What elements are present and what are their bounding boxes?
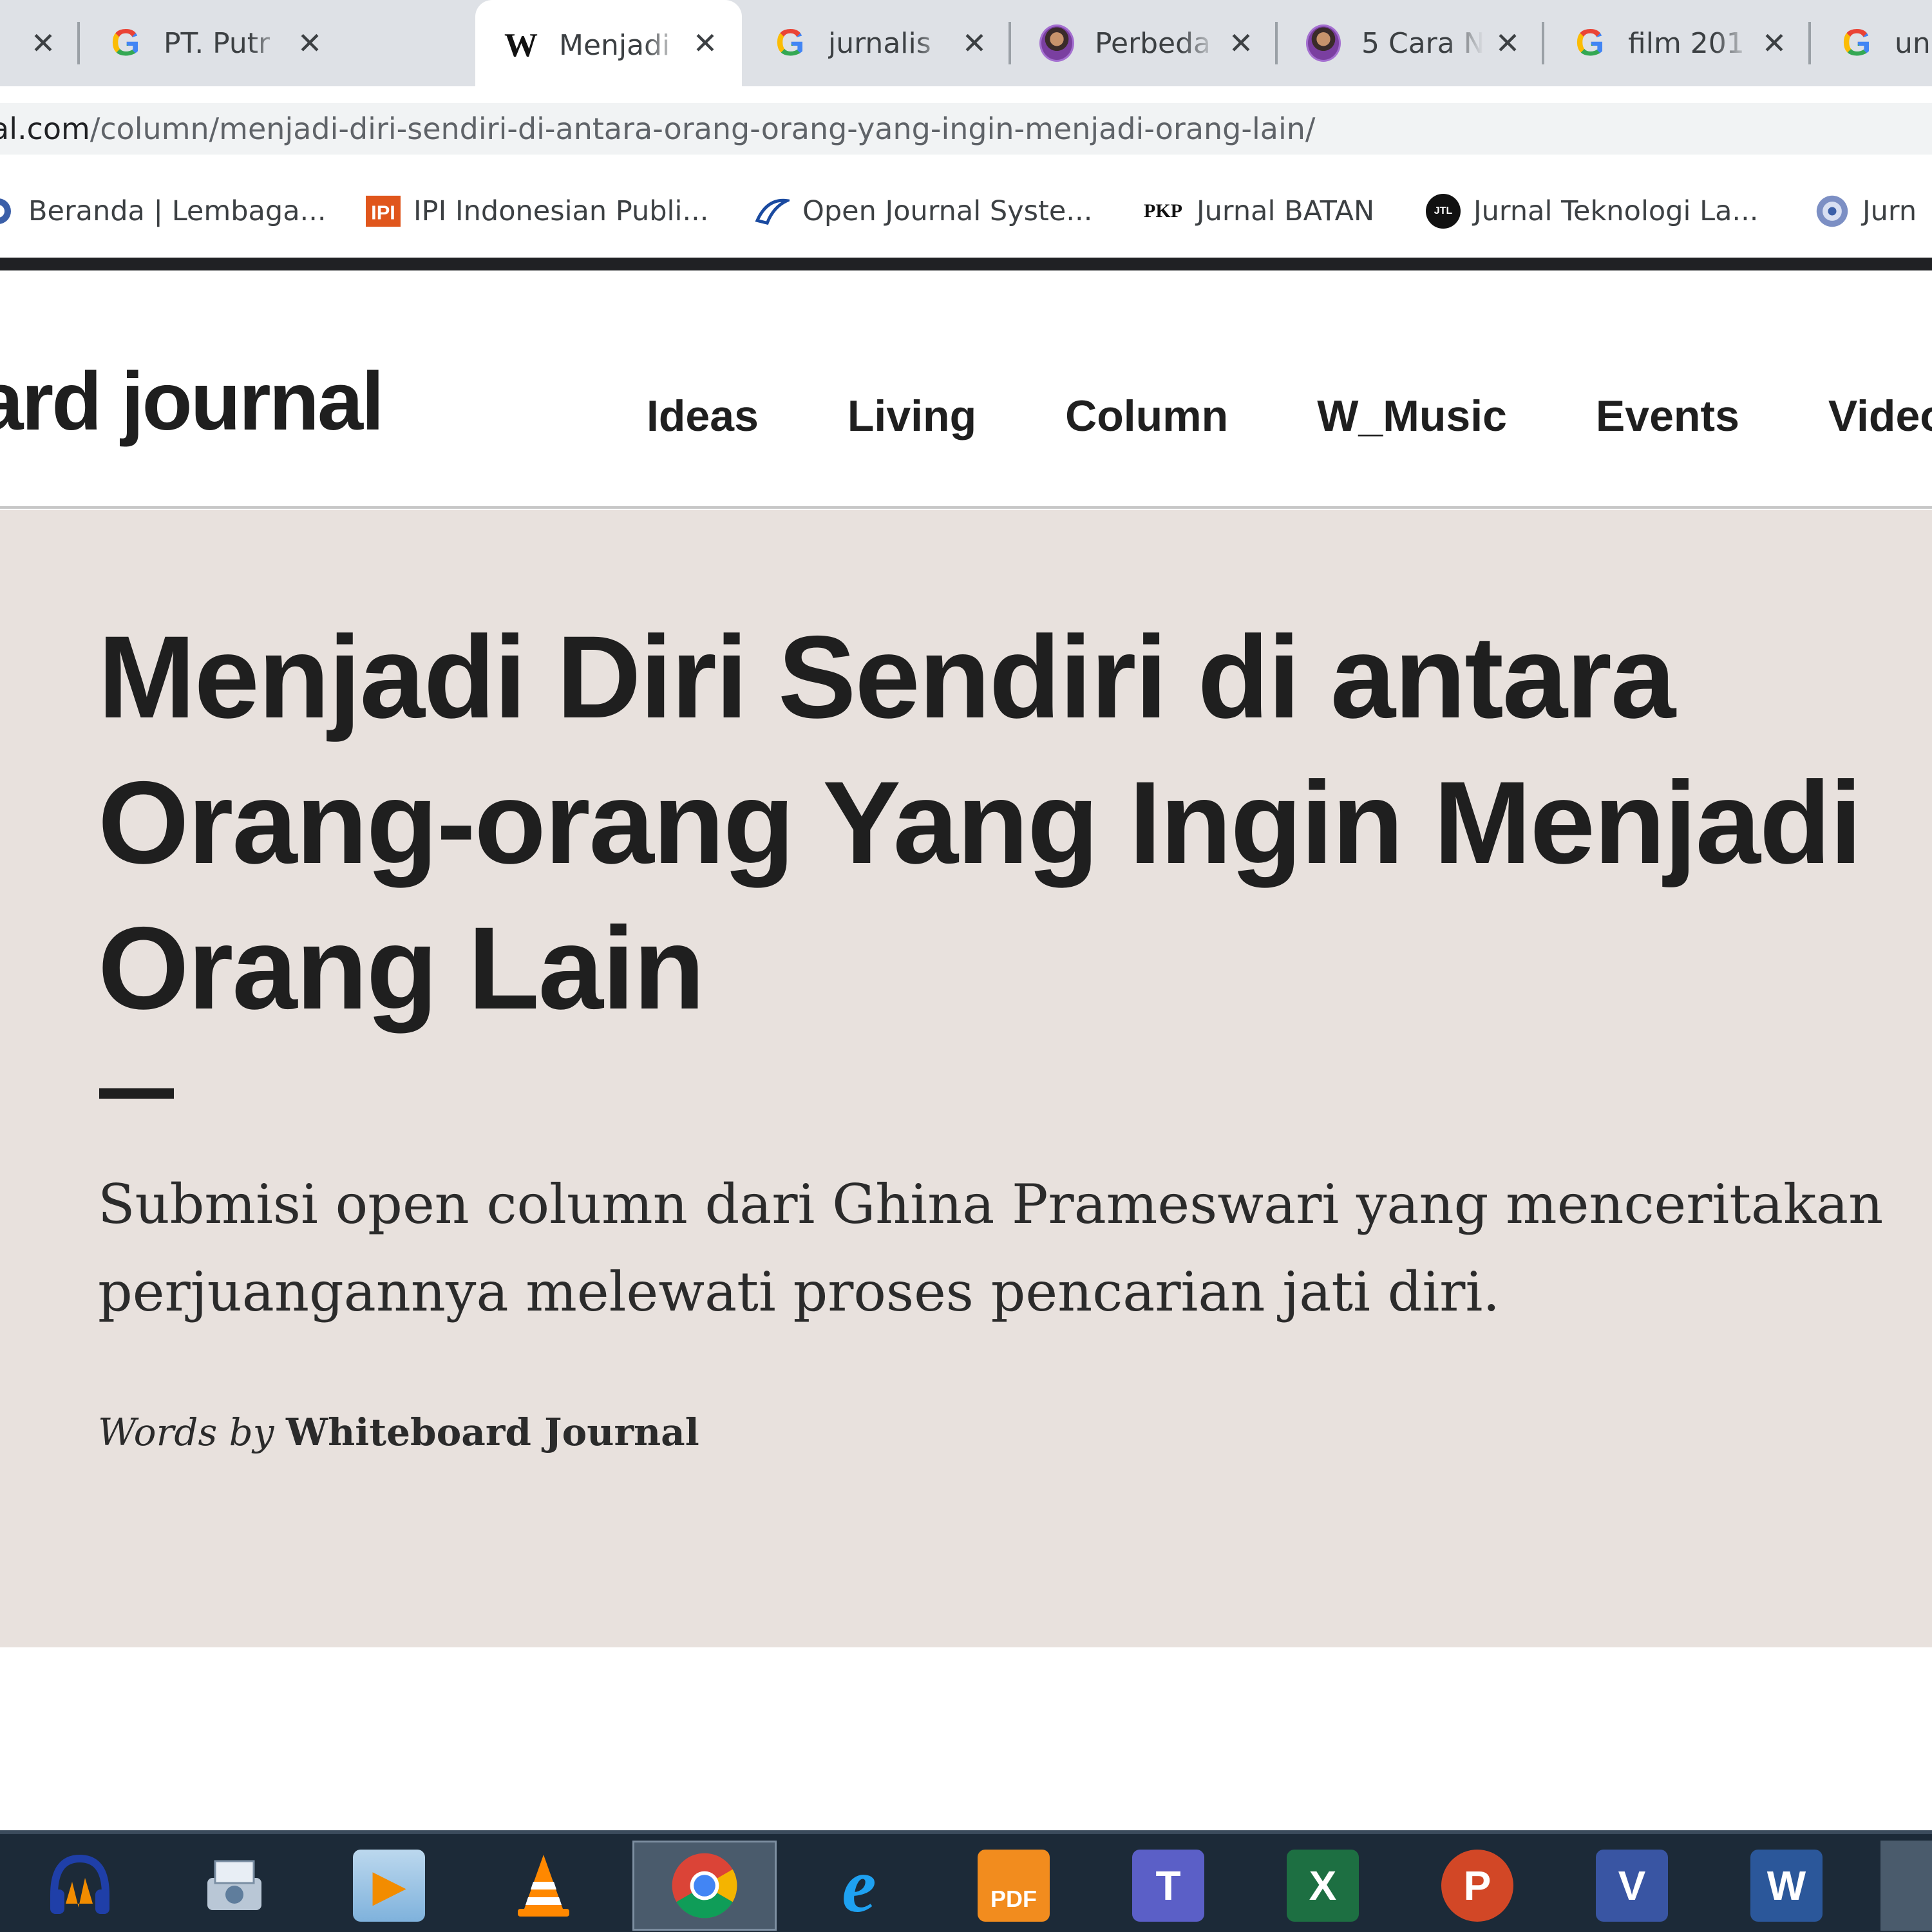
tab-title: Putra N xyxy=(0,27,19,60)
taskbar-app-media-player[interactable]: ▶ xyxy=(317,1841,461,1931)
site-header: oard journal Ideas Living Column W_Music… xyxy=(0,270,1932,509)
tab-title: 5 Cara N xyxy=(1361,26,1484,60)
taskbar-app-excel[interactable]: X xyxy=(1251,1841,1395,1931)
windows-taskbar: ▶ e PDF T X P V W xyxy=(0,1830,1932,1932)
bookmark-item[interactable]: Beranda | Lembaga... xyxy=(0,191,327,232)
google-icon: G xyxy=(775,22,805,64)
nav-item-column[interactable]: Column xyxy=(1065,394,1228,438)
globe-icon xyxy=(0,194,15,229)
browser-tab[interactable]: G un xyxy=(1811,0,1932,86)
google-icon: G xyxy=(1842,22,1871,64)
ojs-icon xyxy=(755,194,790,229)
close-tab-icon[interactable]: ✕ xyxy=(292,26,327,61)
taskbar-app-vlc[interactable] xyxy=(471,1841,616,1931)
nav-item-events[interactable]: Events xyxy=(1596,394,1739,438)
whiteboard-journal-icon: W xyxy=(504,26,538,64)
bookmark-item[interactable]: Jurn xyxy=(1815,191,1917,232)
close-tab-icon[interactable]: ✕ xyxy=(1224,26,1258,61)
browser-tab[interactable]: Perbeda ✕ xyxy=(1011,0,1278,86)
visio-icon: V xyxy=(1596,1850,1668,1922)
bookmark-label: Jurnal BATAN xyxy=(1197,195,1375,227)
nav-item-living[interactable]: Living xyxy=(848,394,976,438)
bookmark-label: IPI Indonesian Publi... xyxy=(413,195,709,227)
tab-title: Perbeda xyxy=(1095,26,1211,60)
url-text: al.com/column/menjadi-diri-sendiri-di-an… xyxy=(0,111,1315,146)
url-field[interactable]: al.com/column/menjadi-diri-sendiri-di-an… xyxy=(0,103,1932,155)
chrome-icon xyxy=(668,1850,741,1922)
url-path: /column/menjadi-diri-sendiri-di-antara-o… xyxy=(90,111,1316,146)
word-icon: W xyxy=(1750,1850,1823,1922)
address-bar: al.com/column/menjadi-diri-sendiri-di-an… xyxy=(0,90,1932,166)
close-tab-icon[interactable]: ✕ xyxy=(688,26,723,61)
nav-item-video[interactable]: Video xyxy=(1828,394,1932,438)
profile-avatar-icon xyxy=(1306,24,1341,62)
taskbar-app-powerpoint[interactable]: P xyxy=(1405,1841,1549,1931)
taskbar-app-audacity[interactable] xyxy=(8,1841,152,1931)
taskbar-app-foxit-pdf[interactable]: PDF xyxy=(942,1841,1086,1931)
internet-explorer-icon: e xyxy=(842,1842,876,1928)
close-tab-icon[interactable]: ✕ xyxy=(1490,26,1525,61)
browser-tab-active[interactable]: W Menjadi ✕ xyxy=(475,0,742,86)
audacity-icon xyxy=(44,1850,116,1922)
foxit-pdf-icon: PDF xyxy=(978,1850,1050,1922)
tab-title: jurnalis xyxy=(828,26,931,60)
excel-icon: X xyxy=(1287,1850,1359,1922)
bookmark-label: Open Journal Syste... xyxy=(802,195,1093,227)
media-player-icon: ▶ xyxy=(353,1850,425,1922)
article-byline: Words by Whiteboard Journal xyxy=(98,1410,699,1454)
article-hero: Menjadi Diri Sendiri di antara Orang-ora… xyxy=(0,510,1932,1647)
jtl-icon: JTL xyxy=(1426,194,1461,229)
scanner-icon xyxy=(198,1850,270,1922)
bookmark-label: Jurn xyxy=(1862,195,1917,227)
browser-tab-strip: Putra N ✕ G PT. Putr ✕ W Menjadi ✕ G jur… xyxy=(0,0,1932,86)
bookmark-label: Jurnal Teknologi La... xyxy=(1473,195,1759,227)
title-divider xyxy=(99,1088,174,1099)
url-host: al.com xyxy=(0,111,90,146)
bookmark-item[interactable]: JTL Jurnal Teknologi La... xyxy=(1426,191,1758,232)
bookmark-item[interactable]: Open Journal Syste... xyxy=(755,191,1092,232)
taskbar-app-internet-explorer[interactable]: e xyxy=(787,1841,931,1931)
powerpoint-icon: P xyxy=(1441,1850,1513,1922)
browser-tab[interactable]: G PT. Putr ✕ xyxy=(80,0,346,86)
nav-item-w-music[interactable]: W_Music xyxy=(1317,394,1507,438)
close-tab-icon[interactable]: ✕ xyxy=(957,26,992,61)
taskbar-app-teams[interactable]: T xyxy=(1096,1841,1240,1931)
taskbar-app-scanner[interactable] xyxy=(162,1841,307,1931)
svg-text:IPI: IPI xyxy=(371,202,395,224)
tab-title: film 201 xyxy=(1628,26,1745,60)
taskbar-app-overflow[interactable] xyxy=(1880,1841,1932,1931)
ipi-icon: IPI xyxy=(366,194,401,229)
tab-title: Menjadi xyxy=(559,28,670,62)
close-tab-icon[interactable]: ✕ xyxy=(26,26,61,61)
taskbar-app-visio[interactable]: V xyxy=(1560,1841,1704,1931)
browser-tab[interactable]: Putra N ✕ xyxy=(0,0,80,86)
tab-title: un xyxy=(1895,26,1931,60)
vlc-icon xyxy=(507,1850,580,1922)
browser-tab[interactable]: 5 Cara N ✕ xyxy=(1278,0,1544,86)
nav-item-ideas[interactable]: Ideas xyxy=(647,394,759,438)
teams-icon: T xyxy=(1132,1850,1204,1922)
site-top-rule xyxy=(0,258,1932,270)
site-nav: Ideas Living Column W_Music Events Video xyxy=(647,394,1932,438)
globe-icon xyxy=(1815,194,1850,229)
article-description: Submisi open column dari Ghina Prameswar… xyxy=(98,1173,1884,1323)
bookmark-item[interactable]: PKP Jurnal BATAN xyxy=(1142,191,1374,232)
byline-prefix: Words by xyxy=(98,1410,274,1454)
bookmark-item[interactable]: IPI IPI Indonesian Publi... xyxy=(366,191,708,232)
profile-avatar-icon xyxy=(1039,24,1074,62)
taskbar-app-chrome[interactable] xyxy=(632,1841,777,1931)
browser-tab[interactable]: G film 201 ✕ xyxy=(1544,0,1811,86)
byline-author[interactable]: Whiteboard Journal xyxy=(286,1410,699,1454)
bookmark-label: Beranda | Lembaga... xyxy=(28,195,327,227)
article-title: Menjadi Diri Sendiri di antara Orang-ora… xyxy=(98,611,1862,1034)
pkp-icon: PKP xyxy=(1144,200,1182,222)
google-icon: G xyxy=(1575,22,1605,64)
google-icon: G xyxy=(111,22,140,64)
close-tab-icon[interactable]: ✕ xyxy=(1757,26,1792,61)
site-logo[interactable]: oard journal xyxy=(0,361,384,443)
taskbar-app-word[interactable]: W xyxy=(1714,1841,1859,1931)
tab-title: PT. Putr xyxy=(164,26,270,60)
browser-tab[interactable]: G jurnalis ✕ xyxy=(744,0,1011,86)
